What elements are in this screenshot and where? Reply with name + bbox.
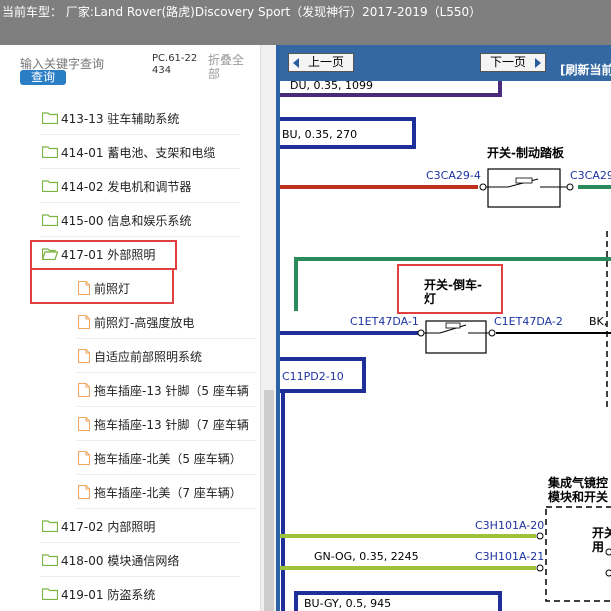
tree-item-label: 拖车插座-13 针脚（7 座车辆 xyxy=(94,418,249,432)
tree-item-label: 414-01 蓄电池、支架和电缆 xyxy=(61,146,216,160)
airbag-conn-2: C3H101A-21 xyxy=(475,550,544,563)
tree-item-label: 拖车插座-13 针脚（5 座车辆 xyxy=(94,384,249,398)
pd-connector-label: C11PD2-10 xyxy=(282,370,344,383)
brake-switch-title: 开关-制动踏板 xyxy=(487,145,565,160)
airbag-module-title-line2: 模块和开关 xyxy=(548,489,608,504)
document-icon xyxy=(78,417,90,431)
prev-page-label: 上一页 xyxy=(307,55,344,69)
vehicle-title: 当前车型： 厂家:Land Rover(路虎)Discovery Sport（发… xyxy=(2,5,482,19)
next-page-label: 下一页 xyxy=(489,55,526,69)
tree-item-label: 415-00 信息和娱乐系统 xyxy=(61,214,192,228)
tree-item-label: 拖车插座-北美（7 座车辆） xyxy=(94,486,242,500)
next-page-button[interactable]: 下一页 xyxy=(480,53,546,72)
tree-item-label: 418-00 模块通信网络 xyxy=(61,554,180,568)
sidebar: 查询 PC.61-22434 折叠全部 413-13 驻车辅助系统 414-01… xyxy=(0,45,260,611)
refresh-current-link[interactable]: [刷新当前 xyxy=(560,61,611,78)
tree-item[interactable]: 415-00 信息和娱乐系统 xyxy=(0,203,256,237)
tree-item[interactable]: 414-02 发电机和调节器 xyxy=(0,169,256,203)
top-partial-label: DU, 0.35, 1099 xyxy=(290,81,373,92)
document-icon xyxy=(78,349,90,363)
search-button[interactable]: 查询 xyxy=(20,70,66,85)
tree-item-label: 413-13 驻车辅助系统 xyxy=(61,112,180,126)
reverse-switch-title-line1: 开关-倒车- xyxy=(424,277,482,292)
airbag-inner-label-1: 开关 xyxy=(592,525,611,540)
airbag-module-title-line1: 集成气镜控 xyxy=(547,475,608,490)
wire-bu-label: BU, 0.35, 270 xyxy=(282,128,357,141)
tree-item-label: 414-02 发电机和调节器 xyxy=(61,180,192,194)
tree-item-label: 417-02 内部照明 xyxy=(61,520,156,534)
collapse-all-button[interactable]: 折叠全部 xyxy=(208,53,252,81)
tree-item-label: 拖车插座-北美（5 座车辆） xyxy=(94,452,242,466)
highlight-box-417-01 xyxy=(30,240,177,270)
folder-icon xyxy=(42,520,58,532)
tree-item[interactable]: 413-13 驻车辅助系统 xyxy=(0,101,256,135)
document-icon xyxy=(78,451,90,465)
brake-conn-left: C3CA29-4 xyxy=(426,169,481,182)
arrow-left-icon xyxy=(293,58,299,68)
wiring-diagram: DU, 0.35, 1099 BU, 0.35, 270 开关-制动踏板 C3C… xyxy=(280,81,611,611)
tree-item[interactable]: 拖车插座-北美（5 座车辆） xyxy=(0,441,256,475)
airbag-conn-1: C3H101A-20 xyxy=(475,519,544,532)
folder-icon xyxy=(42,112,58,124)
tree-item[interactable]: 拖车插座-13 针脚（7 座车辆 xyxy=(0,407,256,441)
airbag-inner-label-2: 用 xyxy=(591,540,604,554)
folder-icon xyxy=(42,214,58,226)
tree-item[interactable]: 417-02 内部照明 xyxy=(0,509,256,543)
prev-page-button[interactable]: 上一页 xyxy=(288,53,354,72)
tree-item[interactable]: 419-01 防盗系统 xyxy=(0,577,256,611)
reverse-switch-title-line2: 灯 xyxy=(424,291,436,306)
brake-conn-right: C3CA29- xyxy=(570,169,611,182)
tree-item[interactable]: 自适应前部照明系统 xyxy=(0,339,256,373)
tree-item[interactable]: 拖车插座-13 针脚（5 座车辆 xyxy=(0,373,256,407)
tree-item[interactable]: 418-00 模块通信网络 xyxy=(0,543,256,577)
reverse-conn-left: C1ET47DA-1 xyxy=(350,315,419,328)
folder-icon xyxy=(42,180,58,192)
vehicle-title-bar: 当前车型： 厂家:Land Rover(路虎)Discovery Sport（发… xyxy=(0,0,611,45)
document-icon xyxy=(78,485,90,499)
tree-item[interactable]: 前照灯-高强度放电 xyxy=(0,305,256,339)
document-icon xyxy=(78,383,90,397)
folder-icon xyxy=(42,554,58,566)
tree-item-label: 自适应前部照明系统 xyxy=(94,350,203,364)
folder-icon xyxy=(42,588,58,600)
wiring-diagram-viewer: 上一页 下一页 [刷新当前 DU, 0.35, 1099 BU, 0.35, 2… xyxy=(276,45,611,611)
pc-code: PC.61-22434 xyxy=(152,53,198,76)
scrollbar-thumb[interactable] xyxy=(264,390,274,611)
document-icon xyxy=(78,315,90,329)
tree-item-label: 419-01 防盗系统 xyxy=(61,588,156,602)
wire-gn-og-label: GN-OG, 0.35, 2245 xyxy=(314,550,419,563)
highlight-box-headlamp xyxy=(30,268,174,304)
tree-item[interactable]: 拖车插座-北美（7 座车辆） xyxy=(0,475,256,509)
viewer-toolbar: 上一页 下一页 [刷新当前 xyxy=(280,45,611,81)
tree-item[interactable]: 414-01 蓄电池、支架和电缆 xyxy=(0,135,256,169)
reverse-wire-right: BK, xyxy=(589,315,607,328)
reverse-conn-right: C1ET47DA-2 xyxy=(494,315,563,328)
tree-item-label: 前照灯-高强度放电 xyxy=(94,316,195,330)
sidebar-scrollbar[interactable] xyxy=(260,45,276,611)
folder-icon xyxy=(42,146,58,158)
search-area: 查询 PC.61-22434 折叠全部 xyxy=(0,45,260,97)
wire-bu-gy-label: BU-GY, 0.5, 945 xyxy=(304,597,391,610)
arrow-right-icon xyxy=(535,58,541,68)
